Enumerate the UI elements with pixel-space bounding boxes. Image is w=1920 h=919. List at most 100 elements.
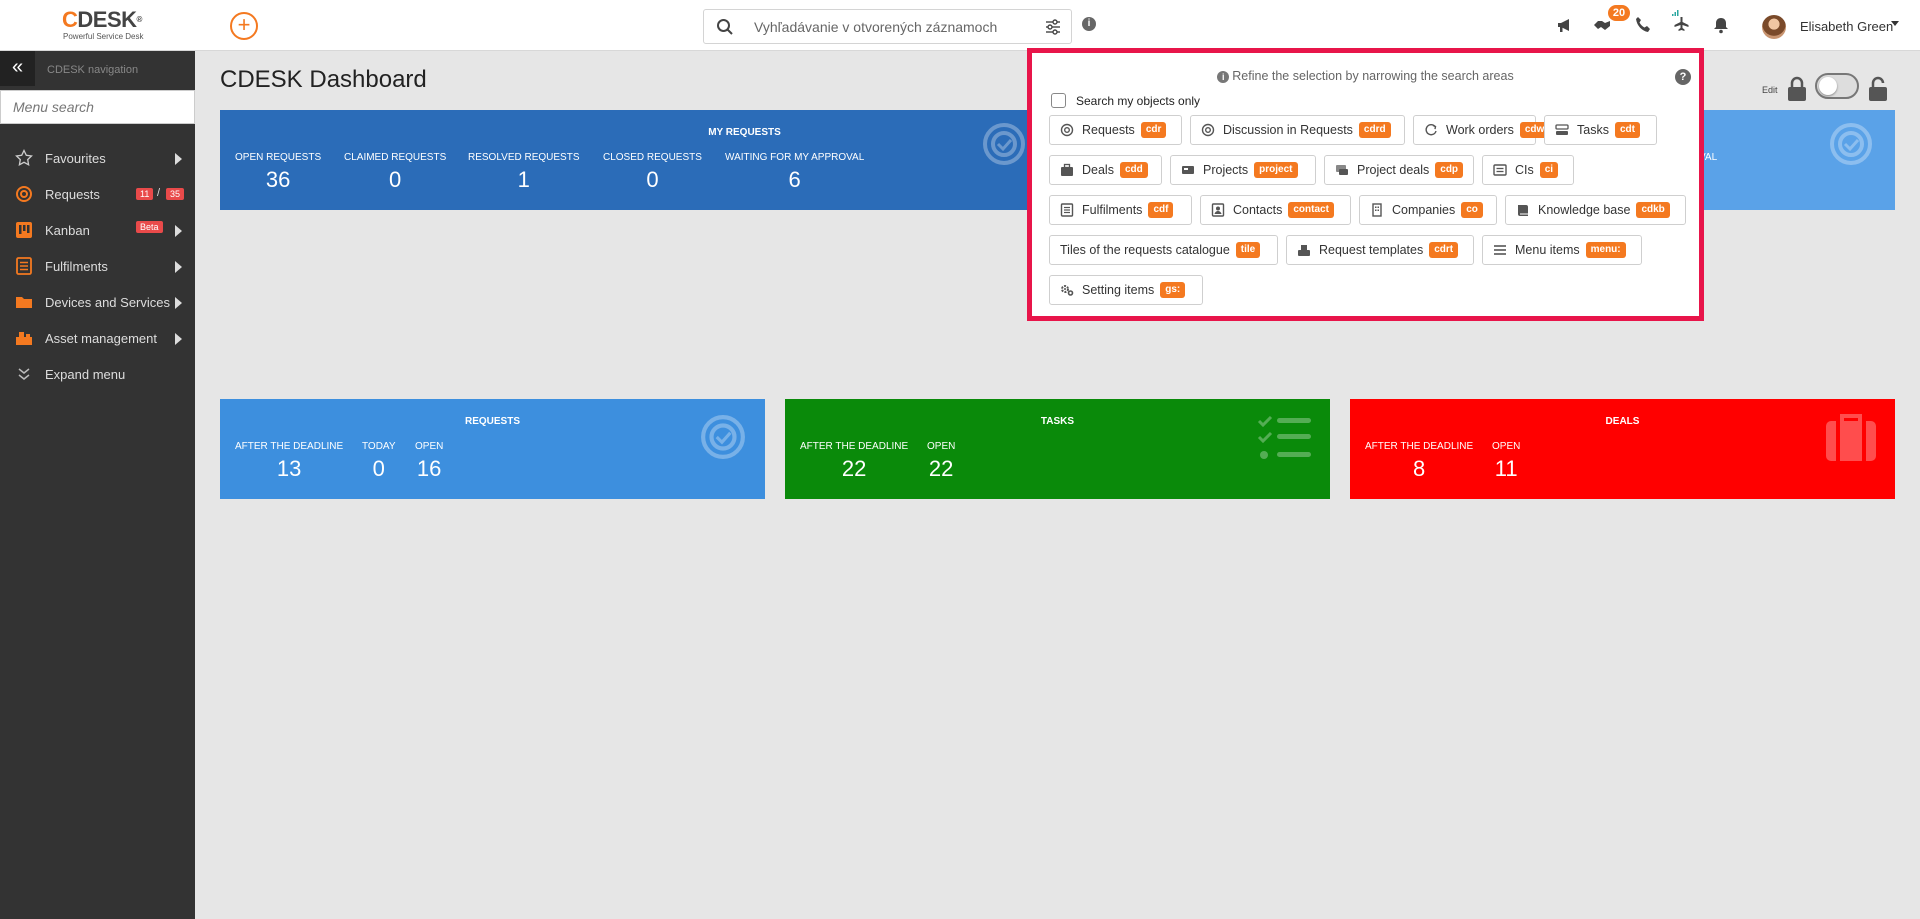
gears-icon [1061, 285, 1074, 296]
cdesk-logo[interactable]: CDESK® Powerful Service Desk [62, 8, 172, 44]
phone-icon[interactable] [1634, 16, 1652, 34]
stat-open-requests[interactable]: OPEN REQUESTS 36 [235, 152, 321, 193]
bell-icon[interactable] [1712, 16, 1730, 34]
chip-tag: menu: [1585, 242, 1626, 258]
search-my-objects-checkbox[interactable] [1051, 93, 1066, 108]
stat-claimed-requests[interactable]: CLAIMED REQUESTS 0 [344, 152, 446, 193]
stat-waiting-for-approval[interactable]: WAITING FOR MY APPROVAL 6 [725, 152, 864, 193]
chip-requests[interactable]: Requests cdr [1049, 115, 1182, 145]
stat-label: RESOLVED REQUESTS [468, 152, 580, 163]
global-search-input[interactable] [754, 17, 1024, 37]
sidebar-item-favourites[interactable]: Favourites [0, 140, 195, 176]
notification-count-badge: 20 [1608, 5, 1630, 21]
tasks-card[interactable]: TASKS AFTER THE DEADLINE 22 OPEN 22 [785, 399, 1330, 499]
megaphone-icon[interactable] [1556, 16, 1574, 34]
sidebar-item-expand-menu[interactable]: Expand menu [0, 356, 195, 392]
chip-fulfilments[interactable]: Fulfilments cdf [1049, 195, 1192, 225]
chip-project-deals[interactable]: Project deals cdp [1324, 155, 1474, 185]
chip-knowledge-base[interactable]: Knowledge base cdkb [1505, 195, 1686, 225]
tasks-icon [1257, 415, 1311, 459]
chip-tag: cdr [1140, 122, 1167, 138]
stat-label: CLAIMED REQUESTS [344, 152, 447, 163]
logo-tagline: Powerful Service Desk [63, 32, 144, 41]
lock-closed-icon[interactable] [1786, 76, 1808, 102]
stat-after-deadline[interactable]: AFTER THE DEADLINE 22 [800, 441, 908, 482]
chevron-down-icon[interactable] [1891, 21, 1899, 26]
top-bar: CDESK® Powerful Service Desk + i 20 Elis… [0, 0, 1920, 51]
chip-deals[interactable]: Deals cdd [1049, 155, 1162, 185]
stat-open[interactable]: OPEN 16 [415, 441, 443, 482]
chip-request-templates[interactable]: Request templates cdrt [1286, 235, 1474, 265]
chip-tag: project [1254, 162, 1298, 178]
chevron-right-icon [175, 333, 182, 345]
sidebar-item-devices-and-services[interactable]: Devices and Services [0, 284, 195, 320]
chevron-right-icon [175, 153, 182, 165]
edit-mode-toggle[interactable] [1815, 73, 1859, 99]
stat-after-deadline[interactable]: AFTER THE DEADLINE 13 [235, 441, 343, 482]
stat-value: 8 [1412, 456, 1426, 481]
info-icon: i [1217, 71, 1230, 83]
search-icon[interactable] [716, 18, 734, 36]
stat-label: WAITING FOR MY APPROVAL [725, 152, 865, 163]
requests-card[interactable]: REQUESTS AFTER THE DEADLINE 13 TODAY 0 OPE… [220, 399, 765, 499]
add-new-button[interactable]: + [230, 12, 258, 40]
fulfilments-icon [16, 257, 32, 275]
chip-tag: tile [1235, 242, 1261, 258]
stat-open[interactable]: OPEN 11 [1492, 441, 1520, 482]
chip-setting-items[interactable]: Setting items gs: [1049, 275, 1203, 305]
sidebar-item-fulfilments[interactable]: Fulfilments [0, 248, 195, 284]
filter-settings-icon[interactable] [1045, 19, 1061, 35]
stat-open[interactable]: OPEN 22 [927, 441, 955, 482]
chip-label: Companies [1392, 203, 1456, 217]
chip-tag: cdkb [1636, 202, 1670, 218]
chip-contacts[interactable]: Contacts contact [1200, 195, 1351, 225]
chip-label: Deals [1082, 163, 1114, 177]
requests-icon [16, 186, 32, 202]
chip-tag: gs: [1160, 282, 1186, 298]
projects-icon [1182, 166, 1194, 174]
sidebar-item-kanban[interactable]: Kanban Beta [0, 212, 195, 248]
chip-label: Work orders [1446, 123, 1514, 137]
stat-after-deadline[interactable]: AFTER THE DEADLINE 8 [1365, 441, 1473, 482]
chip-tiles-of-requests-catalogue[interactable]: Tiles of the requests catalogue tile [1049, 235, 1278, 265]
chip-label: Contacts [1233, 203, 1283, 217]
user-name[interactable]: Elisabeth Green [1800, 19, 1893, 34]
chip-projects[interactable]: Projects project [1170, 155, 1316, 185]
project-deals-icon [1336, 165, 1348, 175]
beta-badge: Beta [136, 221, 163, 233]
stat-label: OPEN [415, 441, 444, 452]
sidebar-item-label: Asset management [45, 331, 158, 346]
lock-open-icon[interactable] [1867, 76, 1889, 102]
handshake-icon[interactable] [1593, 16, 1611, 34]
stat-resolved-requests[interactable]: RESOLVED REQUESTS 1 [468, 152, 580, 193]
chip-discussion-in-requests[interactable]: Discussion in Requests cdrd [1190, 115, 1405, 145]
chip-cis[interactable]: CIs ci [1482, 155, 1574, 185]
sidebar-item-label: Fulfilments [45, 259, 108, 274]
chip-menu-items[interactable]: Menu items menu: [1482, 235, 1642, 265]
search-info-icon[interactable]: i [1082, 17, 1096, 31]
menu-search-input[interactable] [0, 90, 195, 124]
chip-label: Fulfilments [1082, 203, 1143, 217]
stat-label: AFTER THE DEADLINE [1365, 441, 1474, 452]
search-my-objects-label[interactable]: Search my objects only [1076, 94, 1200, 108]
stat-today[interactable]: TODAY 0 [362, 441, 396, 482]
chip-tag: cdt [1614, 122, 1640, 138]
chip-work-orders[interactable]: Work orders cdw [1413, 115, 1550, 145]
user-avatar[interactable] [1762, 15, 1786, 39]
chip-tag: cdp [1435, 162, 1464, 178]
requests-open-badge: 11 [136, 188, 154, 200]
help-icon[interactable]: ? [1675, 69, 1691, 85]
stat-label: OPEN [1492, 441, 1521, 452]
stat-value: 22 [841, 456, 867, 481]
stat-closed-requests[interactable]: CLOSED REQUESTS 0 [603, 152, 702, 193]
company-icon [1372, 203, 1382, 217]
search-areas-panel: i Refine the selection by narrowing the s… [1027, 48, 1704, 321]
airplane-signal-icon[interactable] [1671, 10, 1691, 34]
deals-card[interactable]: DEALS AFTER THE DEADLINE 8 OPEN 11 [1350, 399, 1895, 499]
sidebar-item-requests[interactable]: Requests 11 / 35 [0, 176, 195, 212]
sidebar-item-asset-management[interactable]: Asset management [0, 320, 195, 356]
requests-total-badge: 35 [166, 188, 185, 200]
chip-tasks[interactable]: Tasks cdt [1544, 115, 1657, 145]
chip-companies[interactable]: Companies co [1359, 195, 1497, 225]
collapse-sidebar-button[interactable]: « [0, 51, 35, 86]
